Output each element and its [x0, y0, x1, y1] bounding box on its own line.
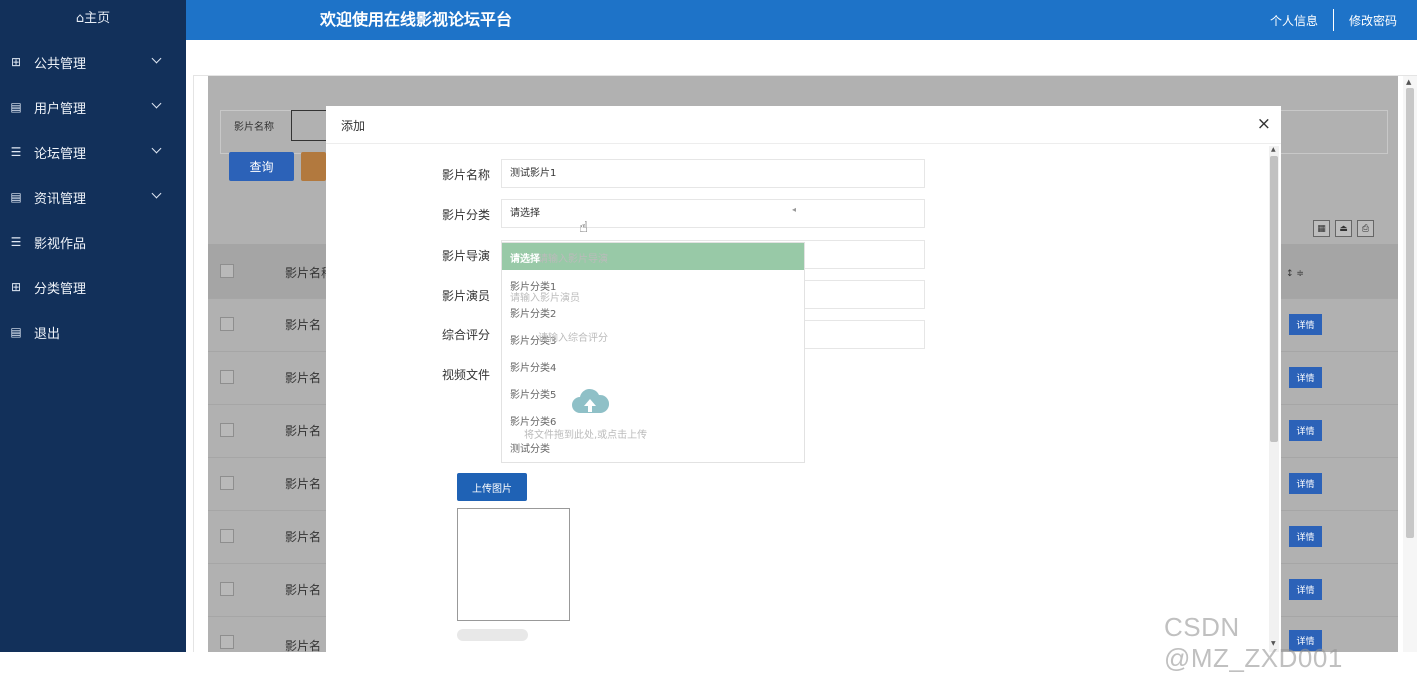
- upload-image-button[interactable]: 上传图片: [457, 473, 527, 501]
- film-director-label: 影片导演: [441, 249, 490, 263]
- chevron-down-icon: [151, 143, 162, 154]
- category-dropdown: 请选择 请输入影片导演 影片分类1 请输入影片演员 影片分类2 影片分类3 请输…: [501, 242, 805, 463]
- doc-icon: ▤: [10, 325, 22, 339]
- sidebar-item-categories[interactable]: ⊞ 分类管理: [0, 265, 186, 309]
- horizontal-scrollbar[interactable]: [457, 629, 528, 641]
- row-checkbox[interactable]: [220, 476, 234, 490]
- select-all-checkbox[interactable]: [220, 264, 234, 278]
- detail-button[interactable]: 详情: [1289, 473, 1322, 494]
- row-checkbox[interactable]: [220, 529, 234, 543]
- watermark: CSDN @MZ_ZXD001: [1164, 612, 1343, 673]
- page-scrollbar[interactable]: ▲: [1403, 76, 1417, 652]
- sort-icon[interactable]: ↕ ≑: [1286, 269, 1304, 279]
- detail-button[interactable]: 详情: [1289, 420, 1322, 441]
- row-checkbox[interactable]: [220, 582, 234, 596]
- row-checkbox[interactable]: [220, 635, 234, 649]
- row-checkbox[interactable]: [220, 370, 234, 384]
- dropdown-option[interactable]: 影片分类5: [510, 386, 556, 401]
- sidebar-item-forum[interactable]: ☰ 论坛管理: [0, 130, 186, 174]
- search-label: 影片名称: [234, 122, 274, 133]
- sidebar-item-label: 退出: [34, 326, 61, 342]
- export-icon[interactable]: ⏏: [1335, 220, 1352, 237]
- scroll-up-icon[interactable]: ▲: [1271, 146, 1276, 153]
- film-name-input[interactable]: 测试影片1: [501, 159, 925, 188]
- sidebar-item-label: 用户管理: [34, 101, 87, 117]
- chevron-down-icon: [151, 53, 162, 64]
- dropdown-option-label: 请选择: [510, 254, 540, 265]
- chevron-down-icon: [151, 98, 162, 109]
- add-dialog: 添加 × ▲ ▼ 影片名称 测试影片1 影片分类 请选择 ◂ 影片导演 影片演员…: [326, 106, 1281, 652]
- home-link[interactable]: ⌂主页: [0, 0, 186, 40]
- doc-icon: ▤: [10, 190, 22, 204]
- detail-button[interactable]: 详情: [1289, 314, 1322, 335]
- score-label: 综合评分: [441, 328, 490, 342]
- upload-hint: 将文件拖到此处,或点击上传: [524, 430, 648, 441]
- close-icon[interactable]: ×: [1257, 114, 1271, 134]
- row-checkbox[interactable]: [220, 317, 234, 331]
- sidebar-item-news[interactable]: ▤ 资讯管理: [0, 175, 186, 219]
- sidebar-item-label: 公共管理: [34, 56, 87, 72]
- row-checkbox[interactable]: [220, 423, 234, 437]
- cloud-upload-icon: [572, 388, 610, 413]
- top-bar: 欢迎使用在线影视论坛平台 个人信息 修改密码: [186, 0, 1417, 40]
- list-icon: ☰: [10, 235, 22, 249]
- action-button[interactable]: [301, 152, 326, 181]
- sidebar-item-users[interactable]: ▤ 用户管理: [0, 85, 186, 129]
- detail-button[interactable]: 详情: [1289, 526, 1322, 547]
- row-name: 影片名: [285, 639, 322, 653]
- divider: [1332, 9, 1334, 31]
- film-actor-label: 影片演员: [441, 289, 490, 303]
- dropdown-option[interactable]: 影片分类4: [510, 359, 556, 374]
- dialog-header: 添加 ×: [326, 106, 1281, 144]
- scroll-up-icon[interactable]: ▲: [1406, 78, 1411, 86]
- actor-placeholder: 请输入影片演员: [510, 293, 580, 304]
- film-category-select[interactable]: 请选择: [501, 199, 925, 228]
- row-name: 影片名: [285, 318, 322, 332]
- profile-link[interactable]: 个人信息: [1270, 12, 1318, 29]
- sidebar-item-public[interactable]: ⊞ 公共管理: [0, 40, 186, 84]
- grid-icon: ⊞: [10, 55, 22, 69]
- sidebar-item-films[interactable]: ☰ 影视作品: [0, 220, 186, 264]
- sidebar-item-label: 影视作品: [34, 236, 87, 252]
- video-file-label: 视频文件: [441, 368, 490, 382]
- row-name: 影片名: [285, 424, 322, 438]
- sidebar-item-label: 分类管理: [34, 281, 87, 297]
- image-preview: [457, 508, 570, 621]
- row-name: 影片名: [285, 477, 322, 491]
- header-links: 个人信息 修改密码: [1270, 0, 1397, 40]
- row-name: 影片名: [285, 530, 322, 544]
- row-name: 影片名: [285, 583, 322, 597]
- columns-icon[interactable]: ▦: [1313, 220, 1330, 237]
- row-name: 影片名: [285, 371, 322, 385]
- detail-button[interactable]: 详情: [1289, 367, 1322, 388]
- detail-button[interactable]: 详情: [1289, 579, 1322, 600]
- score-placeholder: 请输入综合评分: [538, 333, 608, 344]
- scrollbar-thumb[interactable]: [1270, 156, 1278, 442]
- select-arrow-icon[interactable]: ◂: [792, 205, 796, 214]
- chevron-down-icon: [151, 188, 162, 199]
- change-password-link[interactable]: 修改密码: [1349, 12, 1397, 29]
- film-name-label: 影片名称: [441, 168, 490, 182]
- dialog-scrollbar[interactable]: ▲ ▼: [1269, 146, 1279, 652]
- director-placeholder: 请输入影片导演: [538, 254, 608, 265]
- query-button[interactable]: 查询: [229, 152, 294, 181]
- film-category-label: 影片分类: [441, 208, 490, 222]
- dialog-title: 添加: [341, 119, 366, 133]
- sidebar-item-logout[interactable]: ▤ 退出: [0, 310, 186, 354]
- sidebar: ⌂主页 ⊞ 公共管理 ▤ 用户管理 ☰ 论坛管理 ▤ 资讯管理 ☰ 影视作品 ⊞…: [0, 0, 186, 652]
- print-icon[interactable]: ⎙: [1357, 220, 1374, 237]
- grid-icon: ⊞: [10, 280, 22, 294]
- sidebar-item-label: 资讯管理: [34, 191, 87, 207]
- page-title: 欢迎使用在线影视论坛平台: [320, 10, 513, 29]
- pointer-cursor-icon: ☝: [579, 218, 589, 236]
- dropdown-option[interactable]: 测试分类: [510, 440, 550, 455]
- doc-icon: ▤: [10, 100, 22, 114]
- dropdown-option[interactable]: 影片分类2: [510, 305, 556, 320]
- list-icon: ☰: [10, 145, 22, 159]
- scrollbar-thumb[interactable]: [1406, 88, 1414, 538]
- search-input[interactable]: [291, 110, 331, 141]
- sidebar-item-label: 论坛管理: [34, 146, 87, 162]
